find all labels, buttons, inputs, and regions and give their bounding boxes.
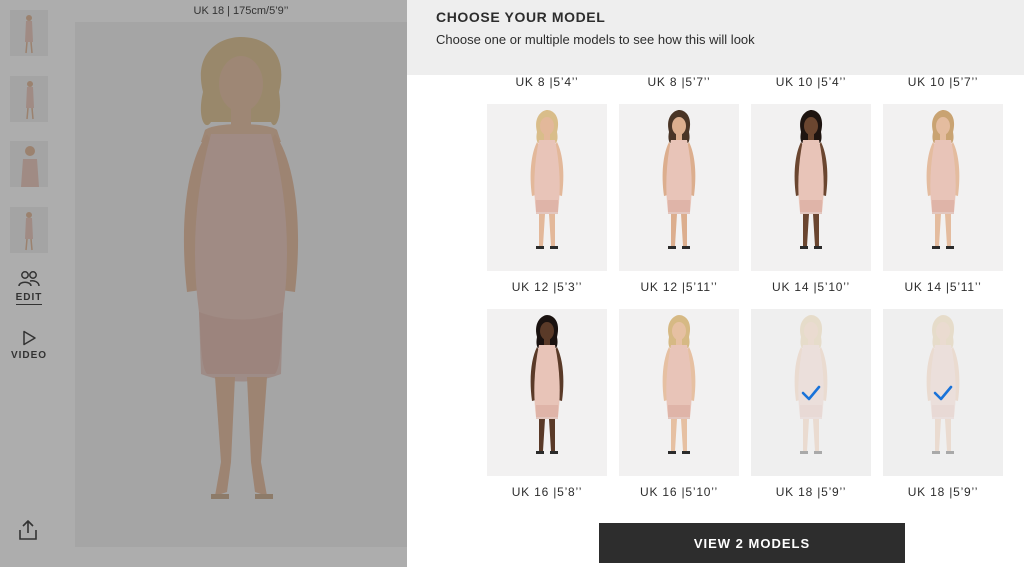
model-label: UK 12 |5’3’’: [511, 280, 583, 294]
model-figure: [487, 104, 607, 271]
model-label-uk10-5-7: UK 10 |5’7’’: [907, 75, 979, 89]
model-label: UK 16 |5’8’’: [511, 485, 583, 499]
model-label: UK 16 |5’10’’: [639, 485, 718, 499]
model-label: UK 18 |5’9’’: [775, 485, 847, 499]
view-models-button[interactable]: VIEW 2 MODELS: [599, 523, 905, 563]
checkmark-icon: [801, 385, 821, 401]
model-card-6[interactable]: [619, 309, 739, 476]
model-figure: [619, 309, 739, 476]
model-card-2[interactable]: [619, 104, 739, 271]
panel-subtitle: Choose one or multiple models to see how…: [436, 32, 755, 47]
model-figure: [751, 104, 871, 271]
app-root: EDIT VIDEO UK 18 | 175cm/5’9’’ CHOOSE YO…: [0, 0, 1024, 567]
model-figure: [619, 104, 739, 271]
model-card-5[interactable]: [487, 309, 607, 476]
model-label: UK 12 |5’11’’: [640, 280, 718, 294]
model-label: UK 14 |5’10’’: [771, 280, 850, 294]
model-card-8[interactable]: [883, 309, 1003, 476]
model-card-3[interactable]: [751, 104, 871, 271]
panel-title: CHOOSE YOUR MODEL: [436, 9, 606, 25]
checkmark-icon: [933, 385, 953, 401]
model-label: UK 14 |5’11’’: [904, 280, 982, 294]
model-label-uk10-5-4: UK 10 |5’4’’: [775, 75, 847, 89]
model-card-1[interactable]: [487, 104, 607, 271]
model-label-uk8-5-7: UK 8 |5’7’’: [647, 75, 711, 89]
product-viewer: EDIT VIDEO UK 18 | 175cm/5’9’’: [0, 0, 407, 567]
model-figure: [487, 309, 607, 476]
model-figure: [883, 104, 1003, 271]
model-label-uk8-5-4: UK 8 |5’4’’: [515, 75, 579, 89]
viewer-dim-overlay[interactable]: [0, 0, 407, 567]
model-label: UK 18 |5’9’’: [907, 485, 979, 499]
choose-model-panel: CHOOSE YOUR MODEL Choose one or multiple…: [407, 0, 1024, 567]
model-card-4[interactable]: [883, 104, 1003, 271]
model-card-7[interactable]: [751, 309, 871, 476]
panel-header: CHOOSE YOUR MODEL Choose one or multiple…: [407, 0, 1024, 75]
